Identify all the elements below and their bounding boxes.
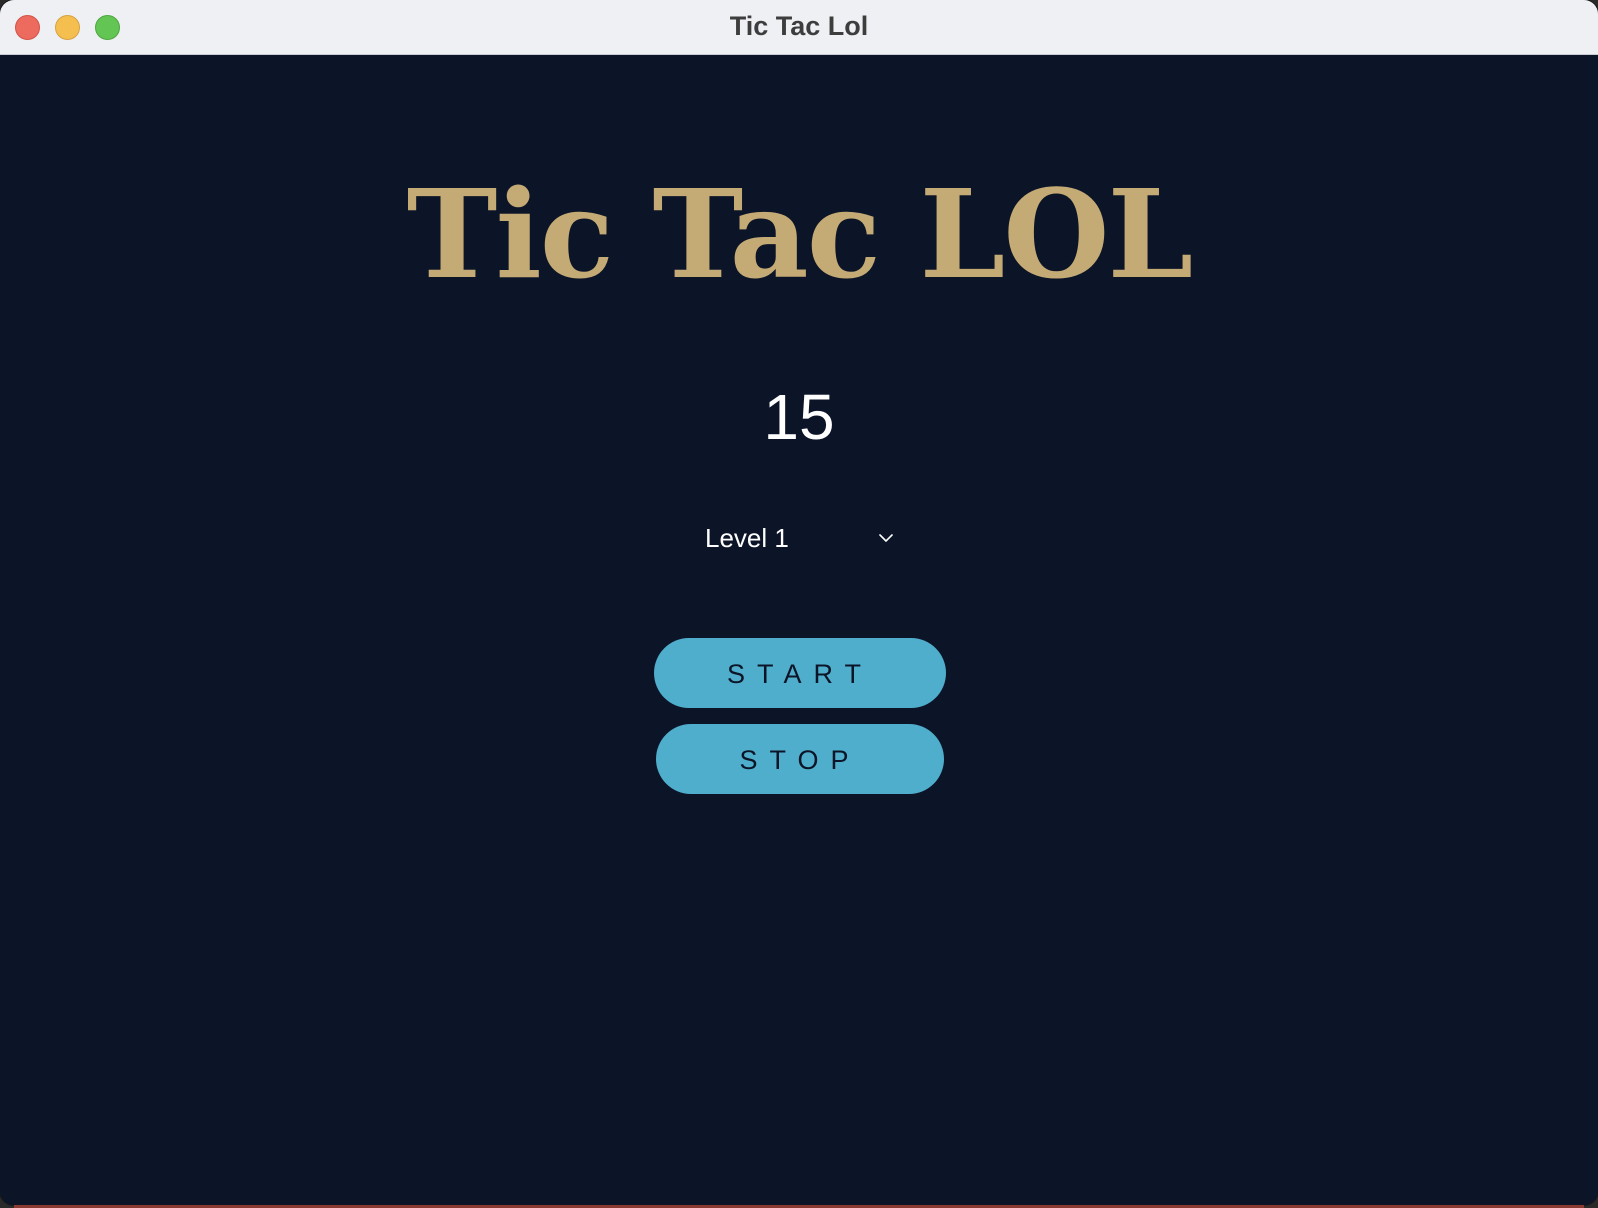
level-dropdown-value: Level 1	[705, 523, 789, 553]
level-dropdown[interactable]: Level 1	[700, 516, 900, 560]
title-bar[interactable]: Tic Tac Lol	[0, 0, 1598, 55]
app-window: Tic Tac Lol Tic Tac LOL 15 Level 1 START…	[0, 0, 1598, 1205]
main-content: Tic Tac LOL 15 Level 1 START STOP	[0, 56, 1598, 1205]
game-title: Tic Tac LOL	[406, 162, 1194, 306]
chevron-down-icon	[879, 534, 893, 542]
window-title: Tic Tac Lol	[729, 11, 869, 41]
counter-display: 15	[763, 381, 835, 453]
start-button[interactable]: START	[654, 638, 946, 708]
stop-button[interactable]: STOP	[656, 724, 944, 794]
